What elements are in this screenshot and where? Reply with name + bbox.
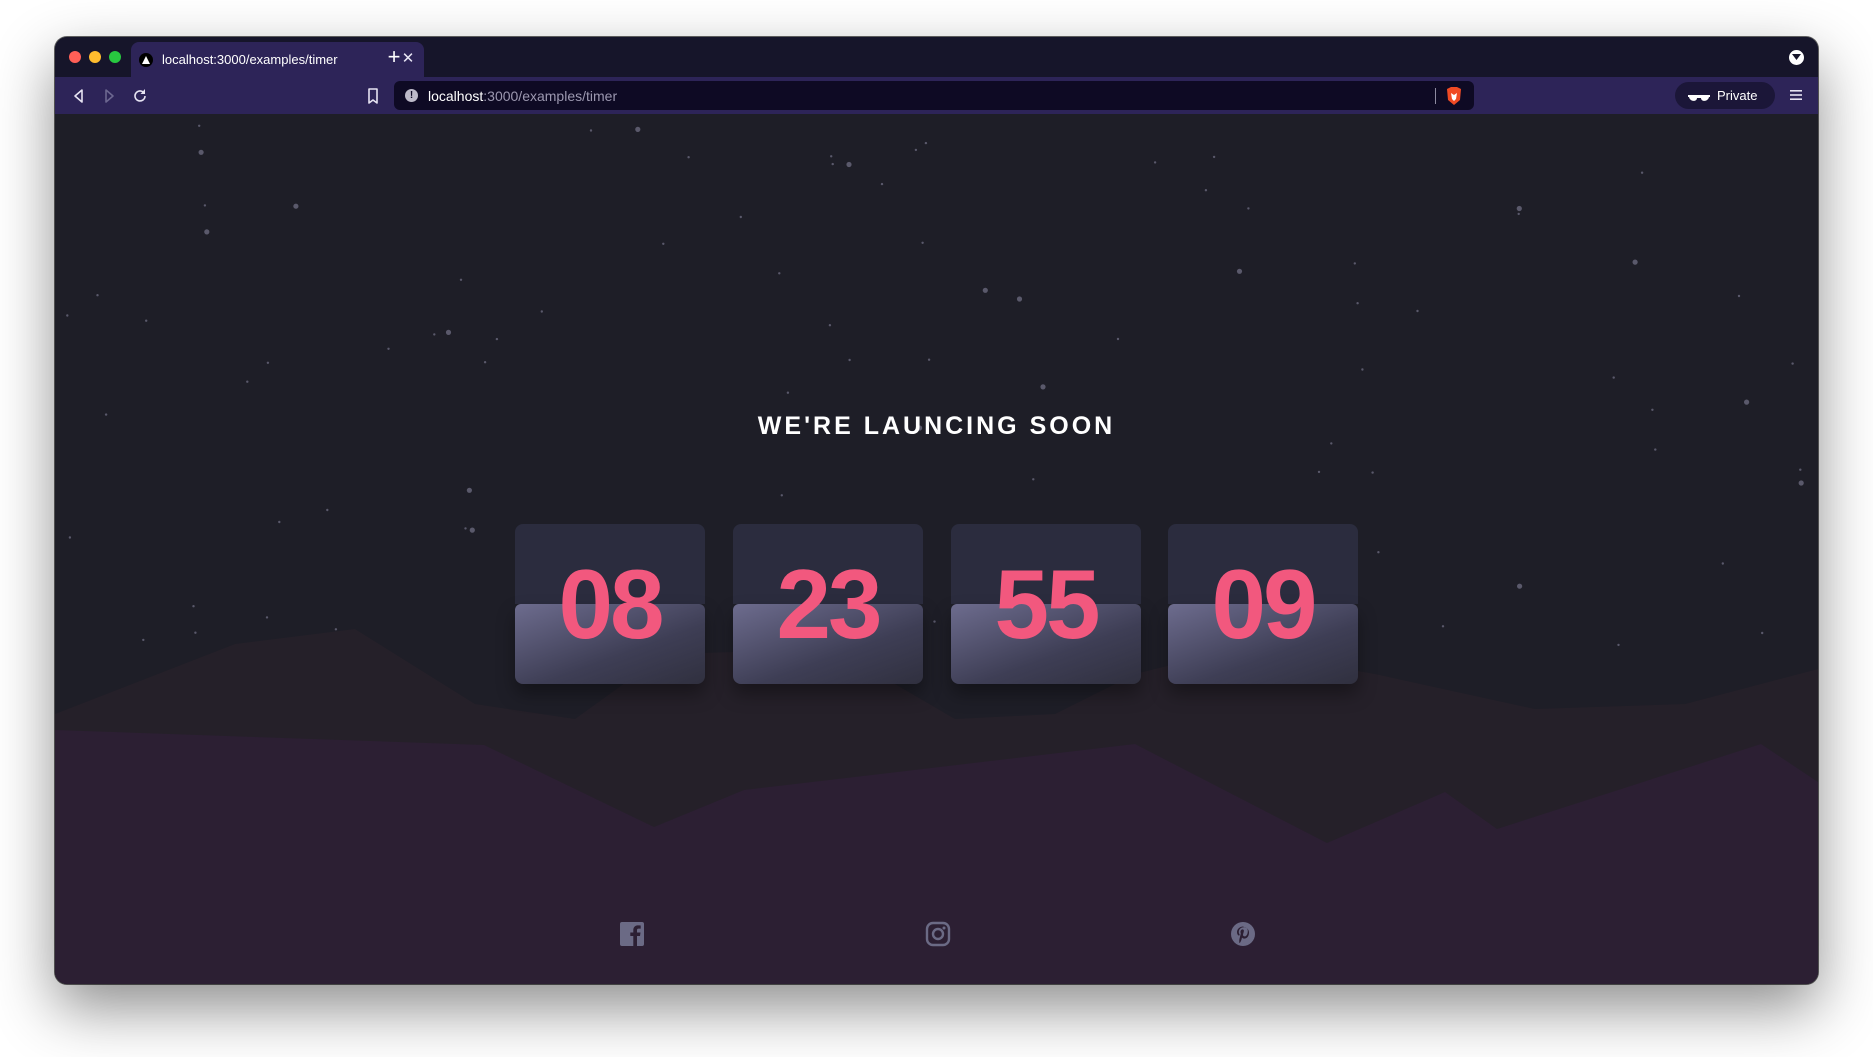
countdown-value: 08 [558, 549, 664, 659]
minimize-window-button[interactable] [89, 51, 101, 63]
tab-bar: localhost:3000/examples/timer ✕ + [55, 37, 1818, 77]
reload-button[interactable] [130, 86, 150, 106]
toolbar: ! localhost:3000/examples/timer Private [55, 77, 1818, 114]
pinterest-icon[interactable] [1229, 920, 1257, 948]
address-bar[interactable]: ! localhost:3000/examples/timer [394, 81, 1474, 110]
url-text[interactable]: localhost:3000/examples/timer [428, 88, 617, 104]
countdown-card-days: 08 [515, 524, 705, 684]
private-glasses-icon [1688, 91, 1710, 109]
back-button[interactable] [69, 86, 89, 106]
countdown-value: 09 [1211, 549, 1317, 659]
forward-button[interactable] [99, 86, 119, 106]
countdown-card-hours: 23 [733, 524, 923, 684]
active-tab[interactable]: localhost:3000/examples/timer ✕ [131, 42, 424, 77]
close-window-button[interactable] [69, 51, 81, 63]
browser-window: localhost:3000/examples/timer ✕ + ! loca… [55, 37, 1818, 984]
hamburger-menu-icon[interactable] [1788, 87, 1804, 103]
new-tab-button[interactable]: + [383, 46, 405, 68]
instagram-icon[interactable] [924, 920, 952, 948]
countdown-card-minutes: 55 [951, 524, 1141, 684]
facebook-icon[interactable] [618, 920, 646, 948]
private-window-badge[interactable]: Private [1675, 82, 1775, 109]
page-heading: WE'RE LAUNCING SOON [757, 412, 1116, 440]
bookmark-icon[interactable] [363, 86, 383, 106]
countdown-value: 55 [994, 549, 1100, 659]
maximize-window-button[interactable] [109, 51, 121, 63]
tab-menu-icon[interactable] [1789, 50, 1804, 65]
brave-shields-icon[interactable] [1445, 86, 1463, 106]
hills-background [55, 629, 1818, 984]
private-label: Private [1717, 88, 1758, 103]
tab-title: localhost:3000/examples/timer [162, 52, 338, 67]
countdown-card-seconds: 09 [1168, 524, 1358, 684]
url-divider [1435, 88, 1436, 104]
page-content: WE'RE LAUNCING SOON 08 23 55 09 [55, 114, 1818, 984]
favicon-icon [139, 53, 153, 67]
countdown-value: 23 [776, 549, 882, 659]
site-info-icon[interactable]: ! [405, 89, 418, 102]
